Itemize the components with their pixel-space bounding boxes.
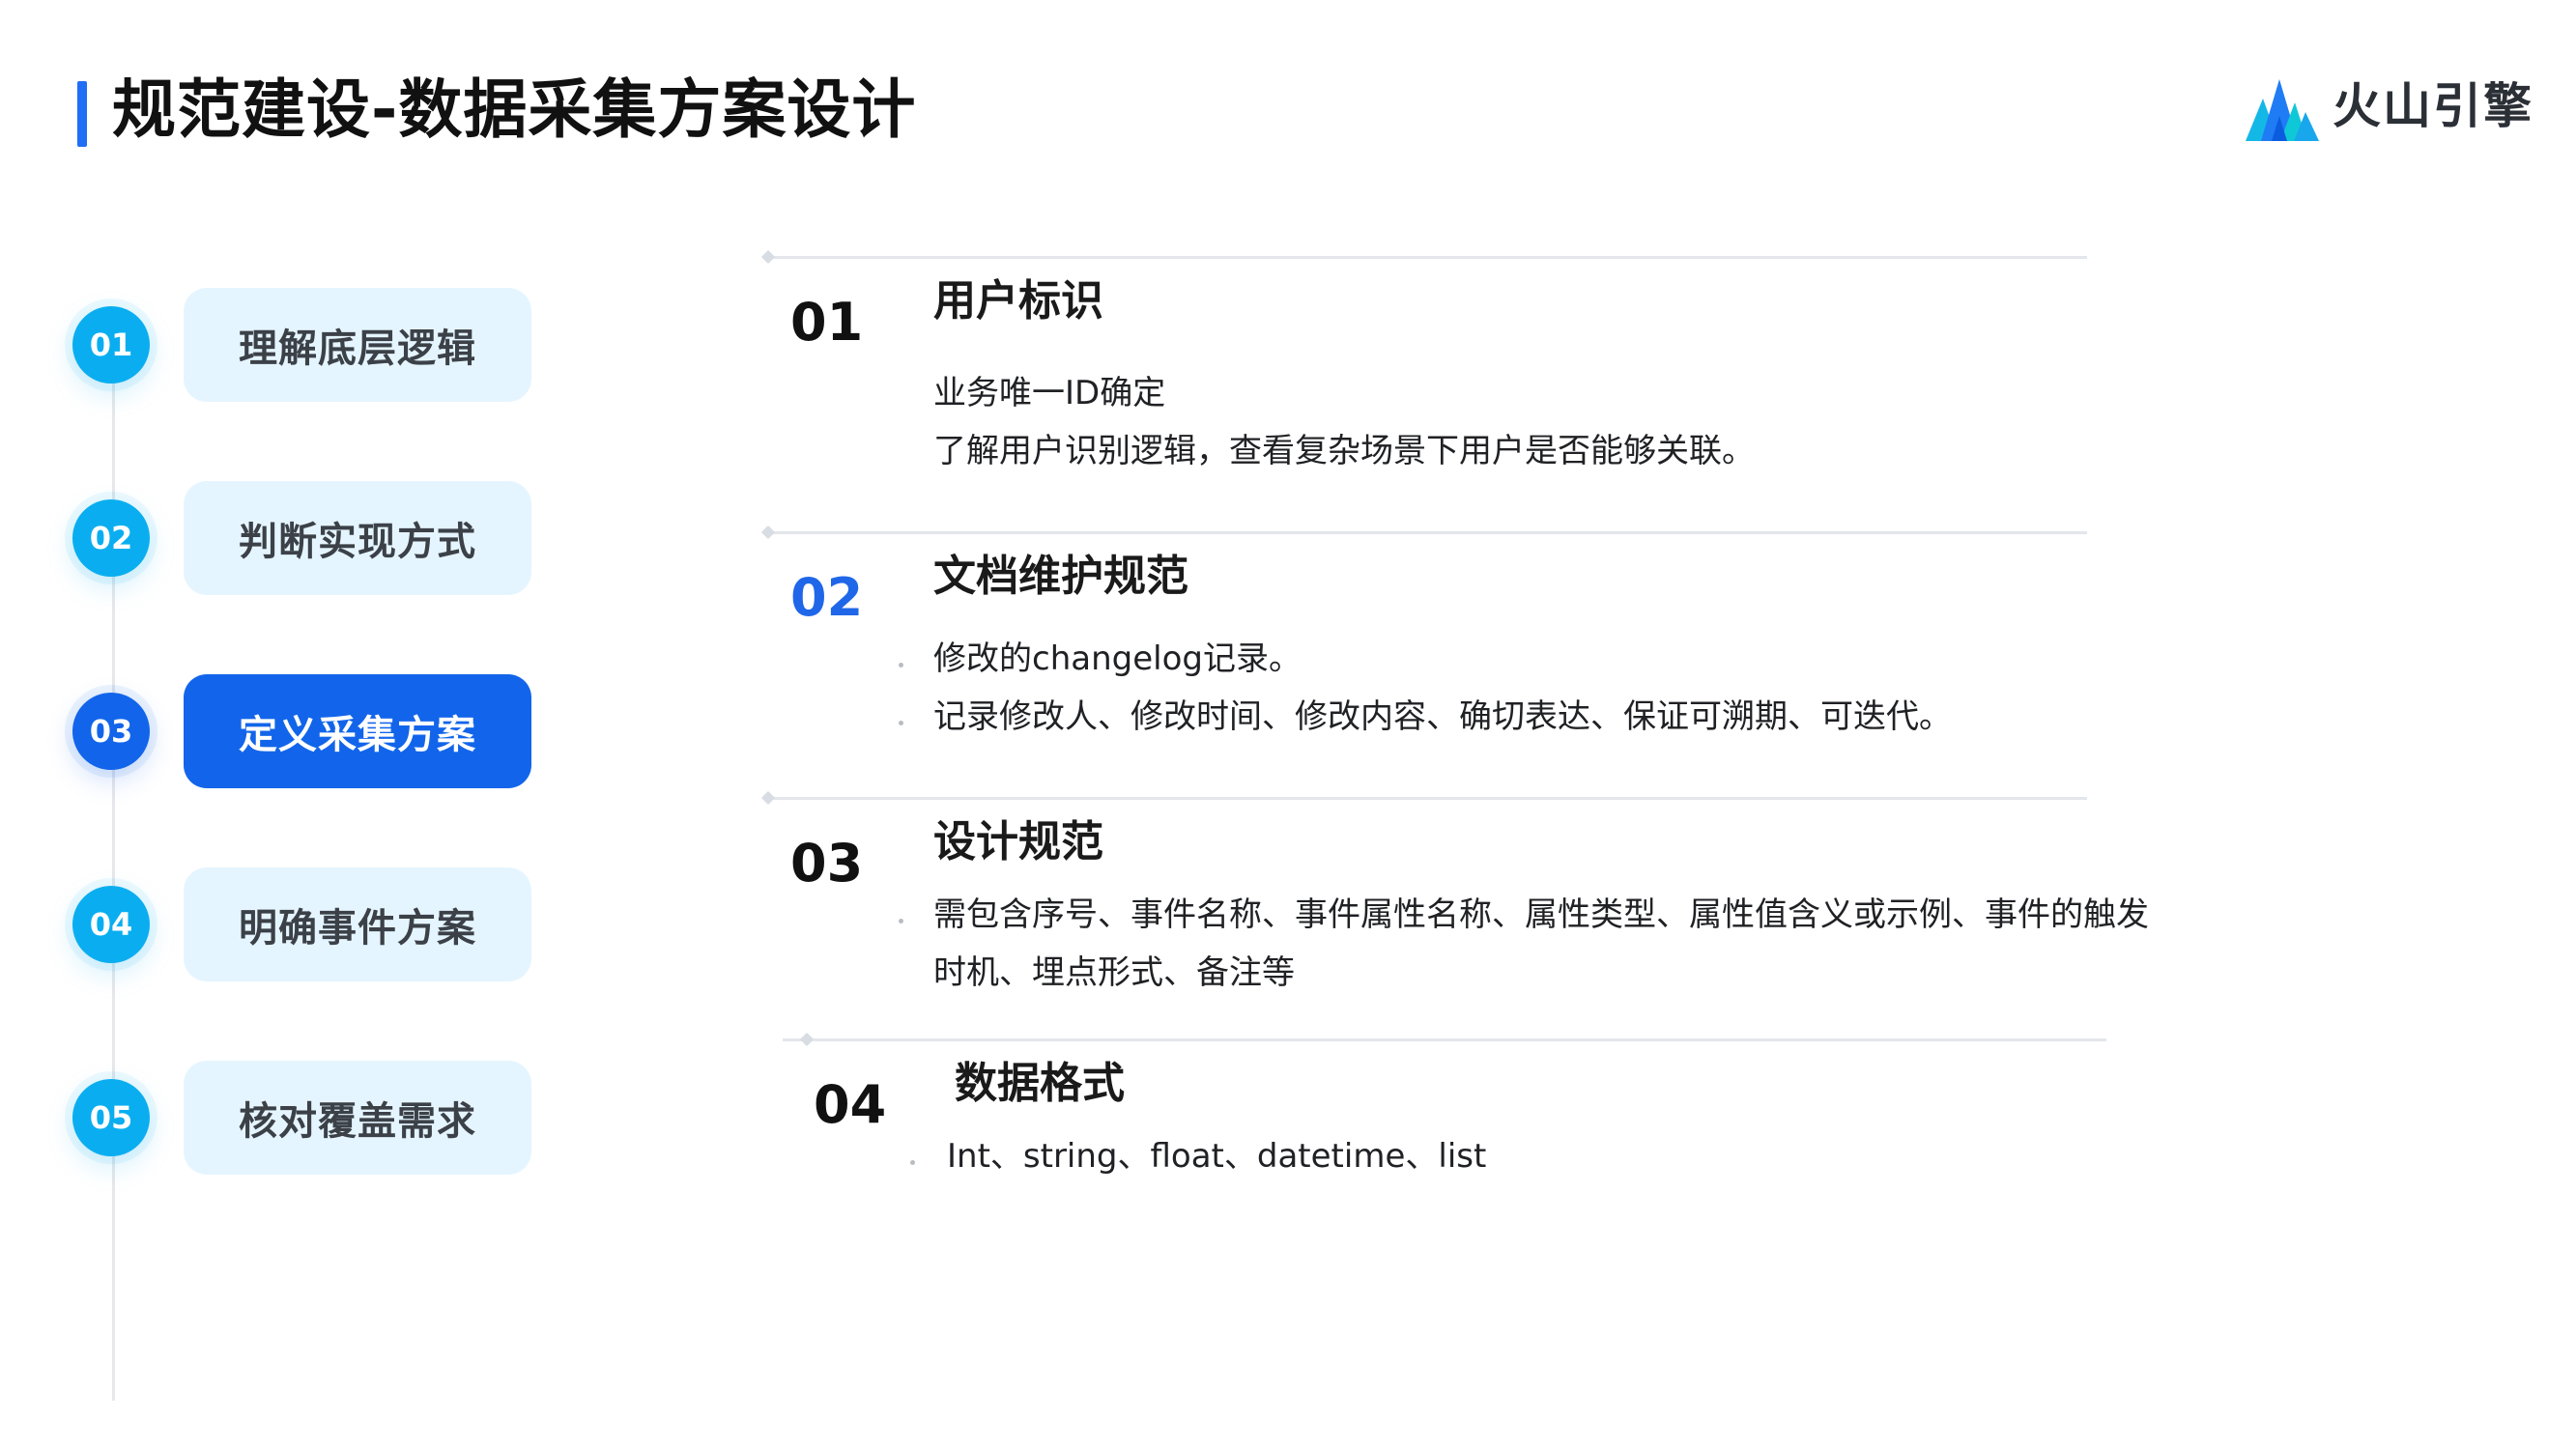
section-number: 03 — [790, 833, 864, 894]
volcano-engine-logo-icon — [2246, 79, 2319, 141]
left-step-nav: 01 理解底层逻辑 02 判断实现方式 03 定义采集方案 04 明确事件方案 … — [68, 280, 570, 1410]
step-label-pill: 明确事件方案 — [184, 867, 531, 981]
section-text-line: Int、string、float、datetime、list — [947, 1137, 1487, 1176]
step-number-circle: 01 — [72, 306, 150, 384]
section-divider — [783, 1032, 2106, 1047]
section-heading: 用户标识 — [933, 276, 1103, 326]
section-text-line: 需包含序号、事件名称、事件属性名称、属性类型、属性值含义或示例、事件的触发 — [933, 895, 2149, 934]
section-text-line: 记录修改人、修改时间、修改内容、确切表达、保证可溯期、可迭代。 — [933, 697, 1952, 736]
section-number: 01 — [790, 292, 864, 353]
divider-diamond-icon — [799, 1032, 815, 1047]
bullet-dot-icon — [899, 663, 903, 668]
divider-diamond-icon — [760, 249, 776, 265]
bullet-dot-icon — [899, 919, 903, 923]
title-accent-bar — [77, 81, 87, 147]
divider-diamond-icon — [760, 525, 776, 540]
section-text-line: 时机、埋点形式、备注等 — [933, 953, 1295, 992]
section-heading: 文档维护规范 — [933, 552, 1188, 601]
bullet-dot-icon — [910, 1160, 915, 1165]
step-item-04[interactable]: 04 明确事件方案 — [68, 867, 551, 981]
section-divider — [760, 525, 2087, 540]
section-text-line: 业务唯一ID确定 — [933, 374, 1166, 412]
step-item-03[interactable]: 03 定义采集方案 — [68, 674, 551, 788]
step-item-05[interactable]: 05 核对覆盖需求 — [68, 1061, 551, 1175]
step-number-circle: 04 — [72, 886, 150, 963]
step-label-pill: 判断实现方式 — [184, 481, 531, 595]
section-text-line: 修改的changelog记录。 — [933, 639, 1302, 678]
step-number-circle: 02 — [72, 499, 150, 577]
step-label-pill: 核对覆盖需求 — [184, 1061, 531, 1175]
section-number: 04 — [814, 1074, 887, 1135]
step-label-pill: 定义采集方案 — [184, 674, 531, 788]
step-item-02[interactable]: 02 判断实现方式 — [68, 481, 551, 595]
section-divider — [760, 790, 2087, 806]
step-number-circle: 03 — [72, 693, 150, 770]
divider-diamond-icon — [760, 790, 776, 806]
content-sections: 01 用户标识 业务唯一ID确定 了解用户识别逻辑，查看复杂场景下用户是否能够关… — [754, 249, 2164, 1203]
brand: 火山引擎 — [2244, 66, 2532, 151]
step-label-pill: 理解底层逻辑 — [184, 288, 531, 402]
bullet-dot-icon — [899, 721, 903, 725]
section-number: 02 — [790, 567, 864, 628]
section-divider — [760, 249, 2087, 265]
step-number-circle: 05 — [72, 1079, 150, 1156]
section-heading: 数据格式 — [955, 1059, 1125, 1108]
section-text-line: 了解用户识别逻辑，查看复杂场景下用户是否能够关联。 — [933, 432, 1755, 470]
slide-page: 规范建设-数据采集方案设计 火山引擎 01 理解底层逻辑 02 判断实现方式 0… — [0, 0, 2576, 1449]
brand-name: 火山引擎 — [2333, 78, 2533, 134]
section-heading: 设计规范 — [933, 817, 1103, 867]
step-item-01[interactable]: 01 理解底层逻辑 — [68, 288, 551, 402]
page-title: 规范建设-数据采集方案设计 — [112, 72, 917, 147]
